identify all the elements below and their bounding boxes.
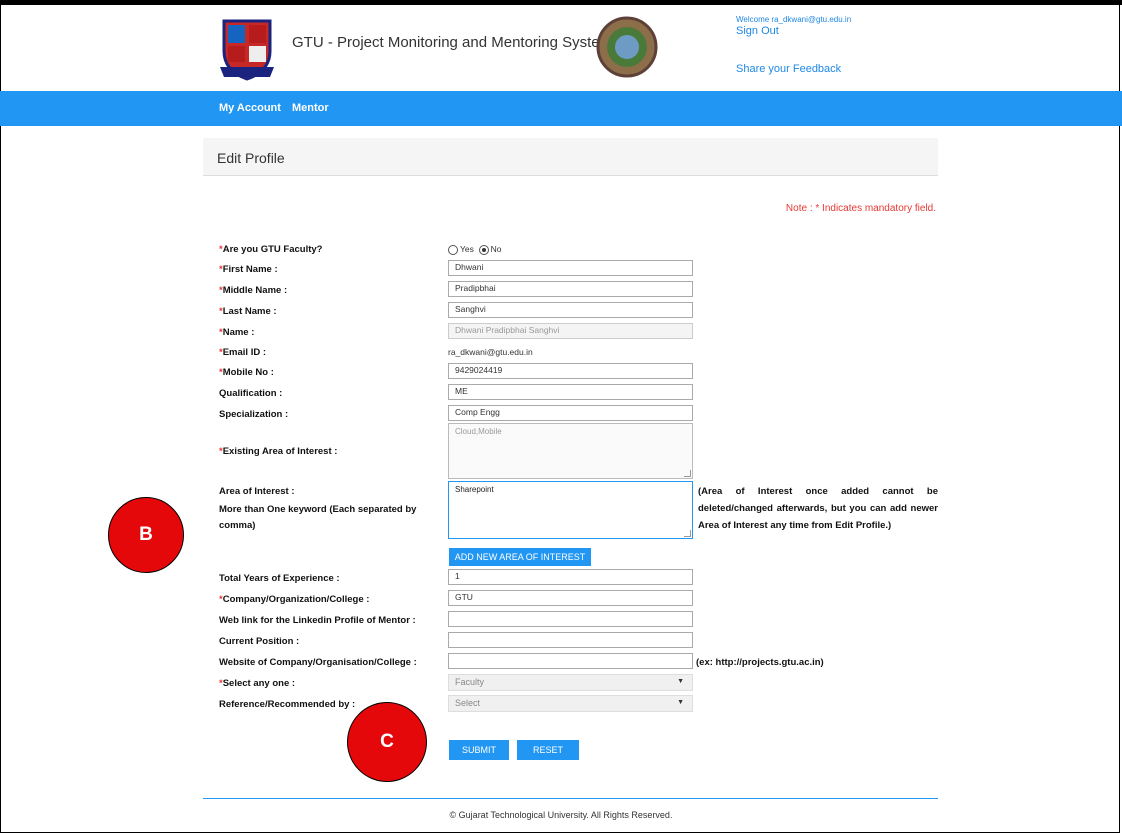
specialization-input[interactable]: Comp Engg	[448, 405, 693, 421]
yes-radio[interactable]	[448, 244, 458, 255]
website-label: Website of Company/Organisation/College …	[219, 657, 417, 668]
existing-aoi-label: *Existing Area of Interest :	[219, 446, 338, 457]
nav-my-account[interactable]: My Account	[219, 102, 281, 114]
email-value: ra_dkwani@gtu.edu.in	[448, 347, 533, 357]
resize-handle-icon[interactable]	[684, 530, 691, 537]
feedback-link[interactable]: Share your Feedback	[736, 63, 841, 75]
first-name-label: *First Name :	[219, 264, 278, 275]
footer-divider	[203, 798, 938, 799]
mandatory-note: Note : * Indicates mandatory field.	[785, 203, 936, 214]
select-one-label: *Select any one :	[219, 678, 296, 689]
gtu-faculty-radio-group: Yes No	[448, 244, 501, 255]
annotation-marker-b: B	[108, 497, 184, 573]
reference-value: Select	[455, 698, 481, 708]
last-name-input[interactable]: Sanghvi	[448, 302, 693, 318]
no-radio-label: No	[490, 244, 502, 254]
aoi-textarea[interactable]: Sharepoint	[448, 481, 693, 539]
existing-aoi-textarea: Cloud,Mobile	[448, 423, 693, 479]
aoi-label: Area of Interest :	[219, 486, 295, 497]
sign-out-link[interactable]: Sign Out	[736, 25, 779, 37]
middle-name-input[interactable]: Pradipbhai	[448, 281, 693, 297]
welcome-text: Welcome ra_dkwani@gtu.edu.in	[736, 15, 852, 24]
position-label: Current Position :	[219, 636, 300, 647]
company-label: *Company/Organization/College :	[219, 594, 370, 605]
add-aoi-button[interactable]: ADD NEW AREA OF INTEREST	[449, 548, 591, 566]
existing-aoi-value: Cloud,Mobile	[455, 427, 502, 436]
reset-button[interactable]: RESET	[517, 740, 579, 760]
gtu-faculty-label: *Are you GTU Faculty?	[219, 244, 323, 255]
mobile-input[interactable]: 9429024419	[448, 363, 693, 379]
experience-input[interactable]: 1	[448, 569, 693, 585]
name-label: *Name :	[219, 327, 255, 338]
middle-name-label: *Middle Name :	[219, 285, 288, 296]
reference-dropdown[interactable]: Select ▼	[448, 695, 693, 712]
experience-label: Total Years of Experience :	[219, 573, 340, 584]
no-radio[interactable]	[478, 244, 489, 255]
company-input[interactable]: GTU	[448, 590, 693, 606]
app-title: GTU - Project Monitoring and Mentoring S…	[292, 34, 613, 51]
resize-handle-icon[interactable]	[684, 470, 691, 477]
nav-mentor[interactable]: Mentor	[292, 102, 329, 114]
qualification-label: Qualification :	[219, 388, 283, 399]
linkedin-input[interactable]	[448, 611, 693, 627]
full-name-input: Dhwani Pradipbhai Sanghvi	[448, 323, 693, 339]
dropdown-arrow-icon: ▼	[677, 699, 684, 706]
yes-radio-label: Yes	[460, 244, 474, 254]
header: GTU - Project Monitoring and Mentoring S…	[0, 5, 1122, 91]
annotation-marker-c: C	[347, 702, 427, 782]
navbar: My Account Mentor	[0, 91, 1122, 126]
dropdown-arrow-icon: ▼	[677, 678, 684, 685]
select-one-value: Faculty	[455, 677, 485, 687]
submit-button[interactable]: SUBMIT	[449, 740, 509, 760]
page-header: Edit Profile	[203, 138, 938, 176]
select-one-dropdown[interactable]: Faculty ▼	[448, 674, 693, 691]
aoi-help-label: More than One keyword (Each separated by…	[219, 504, 417, 531]
footer-copyright: © Gujarat Technological University. All …	[449, 810, 673, 820]
gtu-logo-icon	[220, 19, 274, 81]
last-name-label: *Last Name :	[219, 306, 277, 317]
website-input[interactable]	[448, 653, 693, 669]
website-hint: (ex: http://projects.gtu.ac.in)	[696, 657, 824, 668]
page-title: Edit Profile	[217, 150, 285, 166]
email-label: *Email ID :	[219, 347, 266, 358]
globe-logo-icon	[596, 16, 658, 78]
linkedin-label: Web link for the Linkedin Profile of Men…	[219, 615, 416, 626]
specialization-label: Specialization :	[219, 409, 289, 420]
first-name-input[interactable]: Dhwani	[448, 260, 693, 276]
reference-label: Reference/Recommended by :	[219, 699, 356, 710]
qualification-input[interactable]: ME	[448, 384, 693, 400]
aoi-note: (Area of Interest once added cannot be d…	[698, 486, 938, 531]
position-input[interactable]	[448, 632, 693, 648]
mobile-label: *Mobile No :	[219, 367, 274, 378]
aoi-value: Sharepoint	[455, 485, 494, 494]
